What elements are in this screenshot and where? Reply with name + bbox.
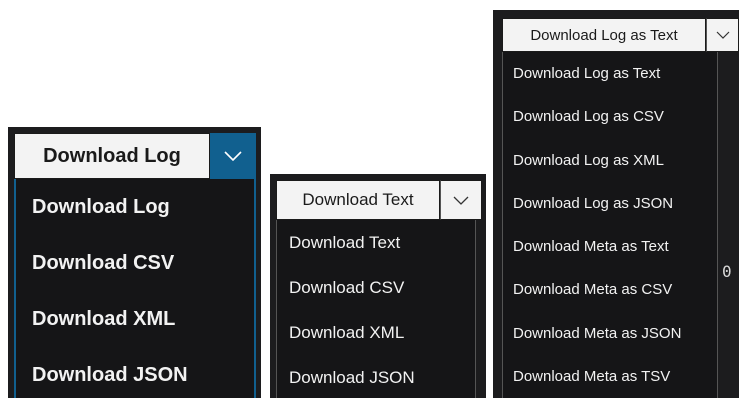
menu-item-download-xml[interactable]: Download XML [277, 310, 475, 355]
download-text-split-button[interactable]: Download Text [276, 180, 482, 220]
menu-item-download-meta-as-tsv[interactable]: Download Meta as TSV [503, 355, 717, 398]
menu-item-download-xml[interactable]: Download XML [16, 291, 254, 347]
menu-item-download-log-as-text[interactable]: Download Log as Text [503, 52, 717, 95]
chevron-down-icon [716, 31, 729, 39]
menu-item-download-json[interactable]: Download JSON [277, 355, 475, 400]
download-log-split-button[interactable]: Download Log [14, 133, 256, 179]
download-menu-tall: Download Log as Text Download Log as CSV… [502, 52, 718, 398]
download-log-as-text-button[interactable]: Download Log as Text [502, 18, 706, 52]
menu-item-download-meta-as-text[interactable]: Download Meta as Text [503, 225, 717, 268]
menu-item-download-log-as-xml[interactable]: Download Log as XML [503, 139, 717, 182]
menu-item-download-log-as-json[interactable]: Download Log as JSON [503, 182, 717, 225]
menu-item-download-csv[interactable]: Download CSV [16, 235, 254, 291]
menu-item-download-text[interactable]: Download Text [277, 220, 475, 265]
menu-item-download-json[interactable]: Download JSON [16, 347, 254, 403]
dropdown-toggle-button[interactable] [706, 18, 739, 52]
chevron-down-icon [453, 196, 469, 205]
download-menu-large: Download Log Download CSV Download XML D… [14, 179, 256, 398]
menu-item-download-log-as-csv[interactable]: Download Log as CSV [503, 95, 717, 138]
dropdown-toggle-button[interactable] [210, 133, 256, 179]
menu-item-download-meta-as-csv[interactable]: Download Meta as CSV [503, 268, 717, 311]
download-log-button[interactable]: Download Log [14, 133, 210, 179]
menu-item-download-log[interactable]: Download Log [16, 179, 254, 235]
download-text-button[interactable]: Download Text [276, 180, 440, 220]
dropdown-toggle-button[interactable] [440, 180, 482, 220]
download-log-as-text-split-button[interactable]: Download Log as Text [502, 18, 739, 52]
menu-item-download-csv[interactable]: Download CSV [277, 265, 475, 310]
chevron-down-icon [224, 151, 242, 161]
download-menu-medium: Download Text Download CSV Download XML … [276, 220, 476, 398]
background-text-fragment: 0 [722, 262, 732, 281]
menu-item-download-meta-as-json[interactable]: Download Meta as JSON [503, 312, 717, 355]
